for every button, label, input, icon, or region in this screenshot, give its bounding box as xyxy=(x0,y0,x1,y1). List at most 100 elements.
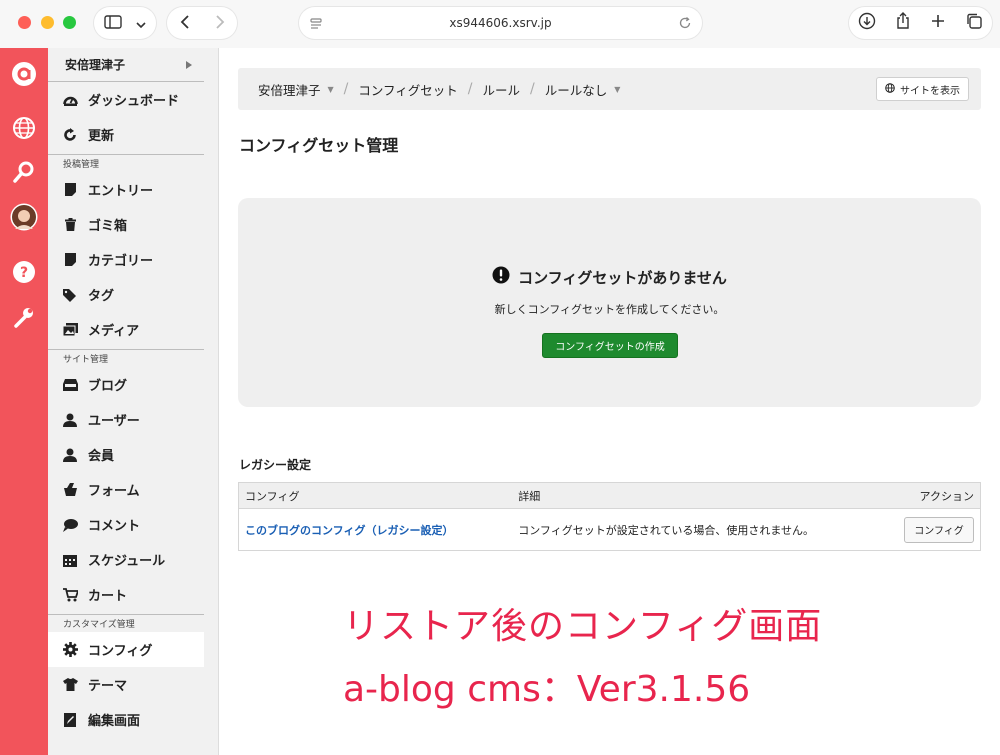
column-header-detail: 詳細 xyxy=(518,489,541,503)
sidebar-item-cart[interactable]: カート xyxy=(48,577,218,612)
app-icon-bar: ? xyxy=(0,48,48,755)
entry-icon xyxy=(62,182,78,198)
breadcrumb-item-configset[interactable]: コンフィグセット xyxy=(358,80,457,99)
sidebar-section-post: 投稿管理 xyxy=(48,154,204,172)
sidebar-item-tag[interactable]: タグ xyxy=(48,277,218,312)
forward-button[interactable] xyxy=(215,14,225,33)
legacy-config-table: コンフィグ 詳細 アクション このブログのコンフィグ（レガシー設定） コンフィグ… xyxy=(238,482,981,551)
reload-icon[interactable] xyxy=(678,15,692,34)
sidebar-item-label: ユーザー xyxy=(88,414,140,429)
wrench-icon[interactable] xyxy=(10,303,38,331)
category-icon xyxy=(62,252,78,268)
download-icon[interactable] xyxy=(858,12,876,34)
sidebar-item-edit-screen[interactable]: 編集画面 xyxy=(48,702,218,737)
refresh-icon xyxy=(62,127,78,143)
create-configset-button[interactable]: コンフィグセットの作成 xyxy=(542,333,678,358)
svg-text:?: ? xyxy=(20,265,28,281)
tshirt-icon xyxy=(62,677,78,693)
sidebar-item-media[interactable]: メディア xyxy=(48,312,218,347)
blog-icon xyxy=(62,377,78,393)
minimize-window-button[interactable] xyxy=(41,16,54,29)
breadcrumb: 安倍理津子 ▼ / コンフィグセット / ルール / ルールなし ▼ サイトを表… xyxy=(238,68,981,110)
sidebar-item-label: エントリー xyxy=(88,184,154,199)
browser-actions xyxy=(849,7,992,39)
table-header-row: コンフィグ 詳細 アクション xyxy=(239,483,980,509)
globe-icon xyxy=(885,82,895,96)
chevron-down-icon xyxy=(136,14,146,33)
tag-icon xyxy=(62,287,78,303)
sidebar-icon xyxy=(104,14,122,33)
sidebar-item-comment[interactable]: コメント xyxy=(48,507,218,542)
column-header-action: アクション xyxy=(919,489,974,503)
url-text: xs944606.xsrv.jp xyxy=(449,16,552,30)
sidebar-item-category[interactable]: カテゴリー xyxy=(48,242,218,277)
column-header-config: コンフィグ xyxy=(245,489,300,503)
breadcrumb-separator: / xyxy=(343,81,349,97)
breadcrumb-item-no-rule[interactable]: ルールなし ▼ xyxy=(545,80,621,99)
breadcrumb-label: 安倍理津子 xyxy=(258,82,321,98)
search-icon[interactable] xyxy=(10,158,38,186)
calendar-icon xyxy=(62,552,78,568)
breadcrumb-item-rule[interactable]: ルール xyxy=(483,80,521,99)
legacy-section-title: レガシー設定 xyxy=(239,458,312,472)
page-settings-icon[interactable] xyxy=(309,16,323,35)
sidebar-item-blog[interactable]: ブログ xyxy=(48,367,218,402)
breadcrumb-label: ルール xyxy=(482,82,521,98)
new-tab-icon[interactable] xyxy=(930,13,946,33)
empty-state-description: 新しくコンフィグセットを作成してください。 xyxy=(494,303,725,316)
legacy-config-detail: コンフィグセットが設定されている場合、使用されません。 xyxy=(518,523,815,537)
legacy-config-link[interactable]: このブログのコンフィグ（レガシー設定） xyxy=(245,524,453,537)
chevron-right-icon xyxy=(186,58,192,72)
back-button[interactable] xyxy=(180,14,190,33)
sidebar-user-menu[interactable]: 安倍理津子 xyxy=(48,48,204,82)
view-site-label: サイトを表示 xyxy=(900,85,960,97)
view-site-button[interactable]: サイトを表示 xyxy=(876,77,969,101)
sidebar-item-label: ゴミ箱 xyxy=(88,219,128,234)
sidebar-item-label: メディア xyxy=(88,324,140,339)
sidebar-item-dashboard[interactable]: ダッシュボード xyxy=(48,82,218,117)
annotation-version: a-blog cms：Ver3.1.56 xyxy=(343,669,751,710)
ablogcms-logo-icon[interactable] xyxy=(10,60,38,88)
sidebar-item-label: スケジュール xyxy=(88,554,166,569)
sidebar-item-entry[interactable]: エントリー xyxy=(48,172,218,207)
breadcrumb-separator: / xyxy=(530,81,535,97)
annotation-caption: リストア後のコンフィグ画面 xyxy=(343,606,823,647)
empty-state-panel: コンフィグセットがありません 新しくコンフィグセットを作成してください。 コンフ… xyxy=(238,198,981,407)
sidebar-item-theme[interactable]: テーマ xyxy=(48,667,218,702)
share-icon[interactable] xyxy=(895,12,911,34)
close-window-button[interactable] xyxy=(18,16,31,29)
sidebar-item-update[interactable]: 更新 xyxy=(48,117,218,152)
sidebar-item-config[interactable]: コンフィグ xyxy=(48,632,204,667)
media-icon xyxy=(62,322,78,338)
breadcrumb-item-blog[interactable]: 安倍理津子 ▼ xyxy=(258,80,334,99)
form-icon xyxy=(62,482,78,498)
zoom-window-button[interactable] xyxy=(63,16,76,29)
sidebar-item-member[interactable]: 会員 xyxy=(48,437,218,472)
sidebar-item-user[interactable]: ユーザー xyxy=(48,402,218,437)
tab-overview-icon[interactable] xyxy=(965,12,983,34)
sidebar-item-form[interactable]: フォーム xyxy=(48,472,218,507)
avatar[interactable] xyxy=(10,203,38,231)
sidebar-section-customize: カスタマイズ管理 xyxy=(48,614,204,632)
page-title: コンフィグセット管理 xyxy=(239,136,399,155)
globe-icon[interactable] xyxy=(10,114,38,142)
sidebar-item-label: 更新 xyxy=(88,129,115,144)
sidebar-item-schedule[interactable]: スケジュール xyxy=(48,542,218,577)
breadcrumb-separator: / xyxy=(467,81,473,97)
sidebar-item-trash[interactable]: ゴミ箱 xyxy=(48,207,218,242)
sidebar-item-label: タグ xyxy=(88,289,115,304)
dashboard-icon xyxy=(62,92,78,108)
address-bar[interactable]: xs944606.xsrv.jp xyxy=(299,7,702,39)
exclamation-icon xyxy=(492,266,510,288)
sidebar-item-label: コンフィグ xyxy=(88,644,153,659)
help-icon[interactable]: ? xyxy=(10,258,38,286)
cart-icon xyxy=(62,587,78,603)
sidebar-item-label: ブログ xyxy=(88,379,128,394)
edit-icon xyxy=(62,712,78,728)
history-nav xyxy=(167,7,237,39)
table-row: このブログのコンフィグ（レガシー設定） コンフィグセットが設定されている場合、使… xyxy=(239,509,980,550)
sidebar-item-label: カート xyxy=(88,589,128,604)
config-button[interactable]: コンフィグ xyxy=(904,516,974,543)
sidebar-section-site: サイト管理 xyxy=(48,349,204,367)
sidebar-toggle-button[interactable] xyxy=(94,7,156,39)
